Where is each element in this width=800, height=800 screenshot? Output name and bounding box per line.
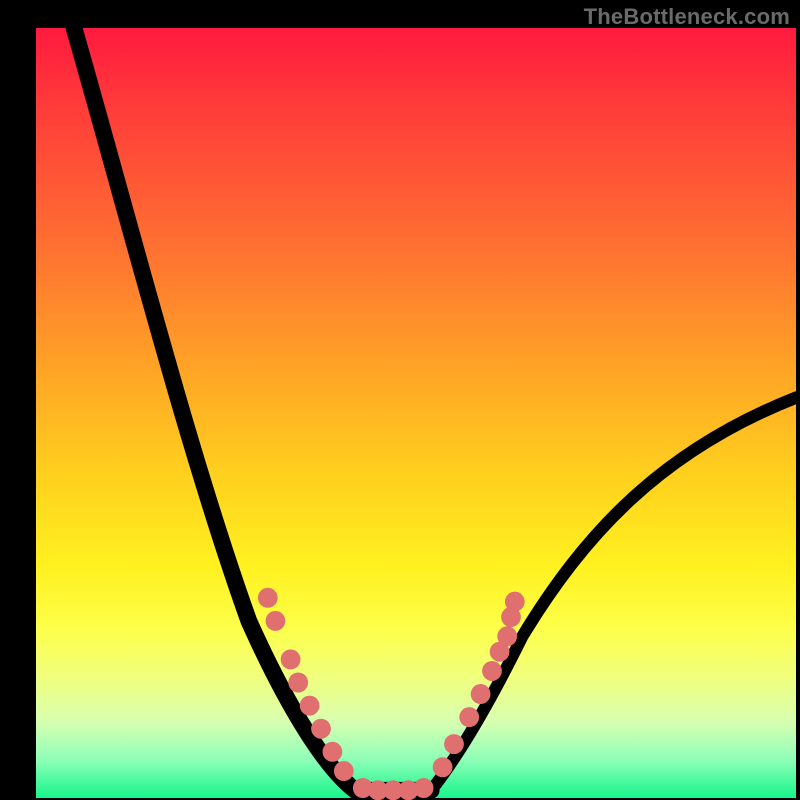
data-point <box>311 719 331 739</box>
data-point <box>444 734 464 754</box>
watermark-text: TheBottleneck.com <box>584 4 790 30</box>
data-point <box>497 626 517 646</box>
data-point <box>459 707 479 727</box>
plot-area <box>36 28 796 798</box>
data-point <box>266 611 286 631</box>
curve-left-branch <box>74 28 355 790</box>
data-point <box>433 757 453 777</box>
data-point <box>482 661 502 681</box>
data-point <box>323 742 343 762</box>
data-point <box>281 649 301 669</box>
curve-right-branch <box>431 398 796 791</box>
data-point <box>505 592 525 612</box>
bottleneck-curve-svg <box>36 28 796 798</box>
data-point <box>334 761 354 781</box>
data-point <box>258 588 278 608</box>
chart-container: TheBottleneck.com <box>0 0 800 800</box>
data-point <box>471 684 491 704</box>
data-point <box>288 672 308 692</box>
data-point <box>414 778 434 798</box>
data-point <box>300 696 320 716</box>
